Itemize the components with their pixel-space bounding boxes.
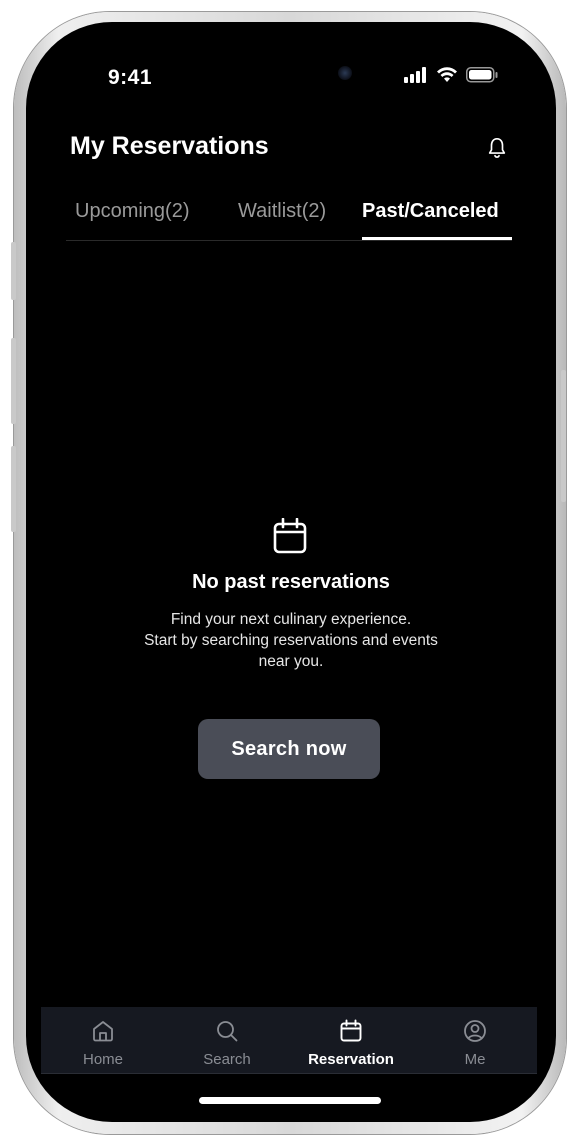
nav-item-search[interactable]: Search [165,1007,289,1073]
nav-label-search: Search [203,1051,251,1068]
search-now-button[interactable]: Search now [198,719,380,779]
bottom-nav: Home Search Reservation Me [41,1007,537,1074]
search-icon [217,1021,238,1042]
volume-down-button [11,446,16,532]
empty-state-description: Find your next culinary experience. Star… [111,609,471,672]
nav-item-home[interactable]: Home [41,1007,165,1073]
empty-state-description-line: near you. [258,653,324,670]
page-title: My Reservations [70,132,269,160]
battery-icon [466,67,498,83]
nav-label-home: Home [82,1051,123,1068]
empty-state-title: No past reservations [192,571,390,593]
action-button [11,242,16,300]
front-camera [338,66,352,80]
home-indicator[interactable] [199,1097,381,1104]
tab-waitlist[interactable]: Waitlist(2) [238,200,326,223]
empty-state-description-line: Start by searching reservations and even… [144,632,438,649]
status-icons [404,67,498,83]
screen: 9:41 My Reservations Upcoming(2) Waitlis… [26,22,556,1122]
tab-upcoming[interactable]: Upcoming(2) [75,200,189,223]
power-button [561,370,566,502]
nav-item-me[interactable]: Me [413,1007,537,1073]
nav-label-me: Me [464,1051,486,1068]
calendar-icon [340,1019,362,1042]
bell-icon[interactable] [486,136,508,160]
nav-label-reservation: Reservation [308,1051,394,1068]
calendar-icon [273,518,307,554]
wifi-icon [437,67,457,82]
tab-past-canceled[interactable]: Past/Canceled [362,200,499,223]
signal-icon [404,67,426,83]
volume-up-button [11,338,16,424]
nav-item-reservation[interactable]: Reservation [289,1007,413,1073]
reservation-tabs: Upcoming(2) Waitlist(2) Past/Canceled [66,198,512,241]
status-time: 9:41 [108,66,153,89]
empty-state-description-line: Find your next culinary experience. [170,611,412,628]
home-icon [93,1021,113,1042]
user-circle-icon [464,1020,486,1042]
active-tab-indicator [362,237,512,240]
